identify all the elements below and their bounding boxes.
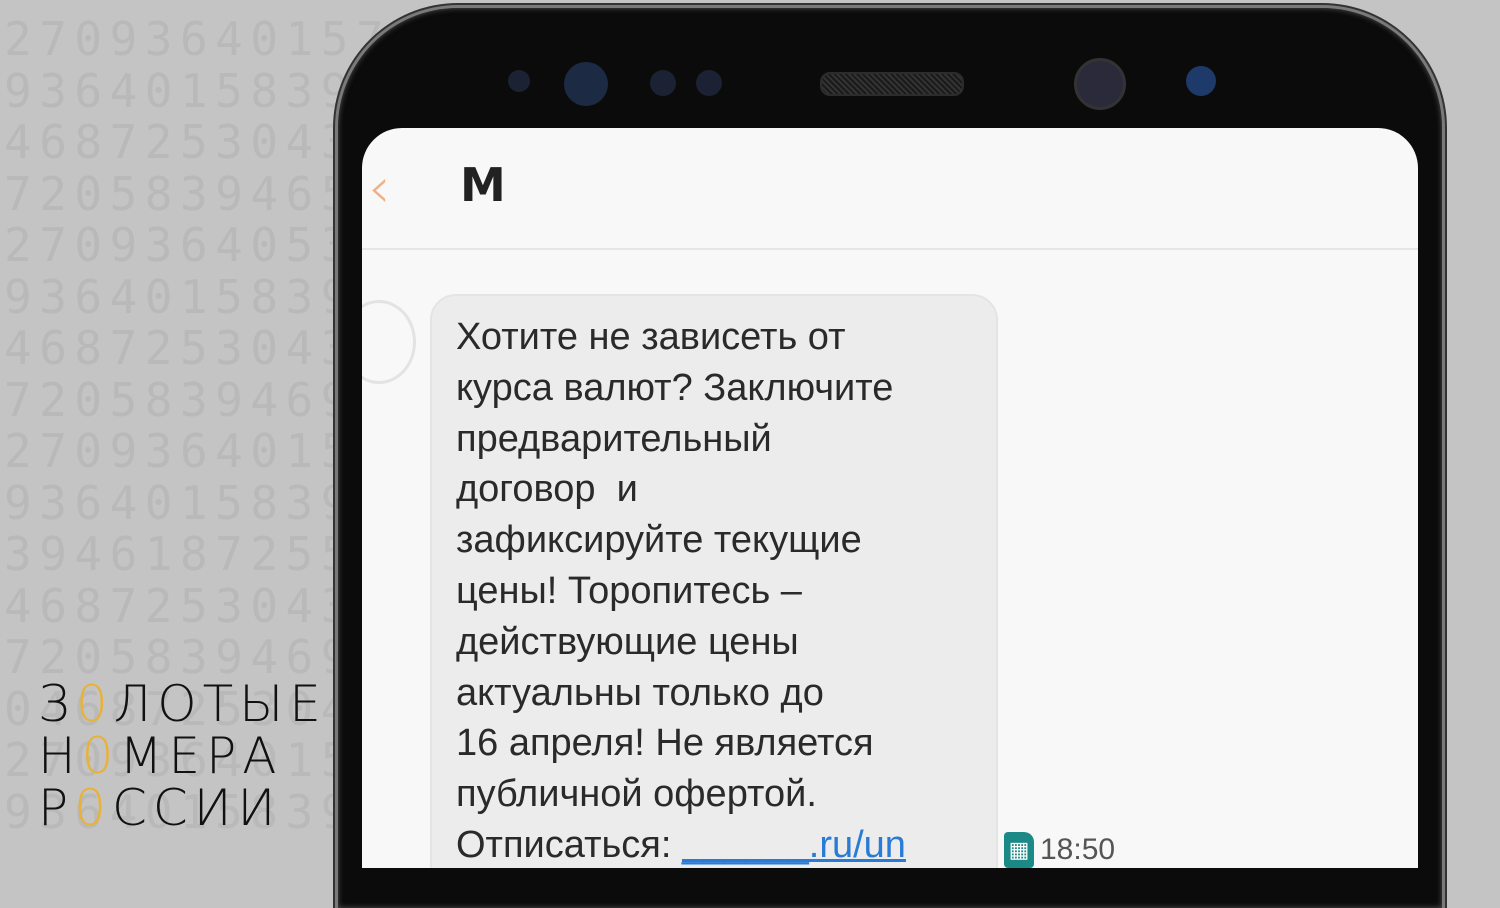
iris-scanner-icon (564, 62, 608, 106)
messages-screen: ‹ М Хотите не зависеть от курса валют? За… (362, 128, 1418, 868)
contact-avatar[interactable] (362, 300, 416, 384)
message-line: цены! Торопитесь – (456, 569, 802, 612)
message-line: актуальны только до (456, 671, 824, 714)
speaker-grille (820, 72, 964, 96)
message-line: предварительный (456, 417, 772, 460)
logo-zolotye-nomera-rossii: З0ЛОТЫЕ Н0МЕРА Р0ССИИ (38, 675, 327, 837)
message-line: действующие цены (456, 620, 799, 663)
sim-card-icon: ▦ (1004, 832, 1034, 868)
unsubscribe-link[interactable]: ______.ru/un (682, 824, 906, 866)
iris-camera-icon (1186, 66, 1216, 96)
message-line: зафиксируйте текущие (456, 519, 862, 562)
message-line: публичной офертой. (456, 773, 817, 816)
message-bubble: Хотите не зависеть от курса валют? Заключ… (430, 294, 998, 868)
conversation-header: ‹ М (362, 128, 1418, 250)
sensor-icon (696, 70, 722, 96)
message-text: Хотите не зависеть от курса валют? Заключ… (456, 312, 906, 868)
message-meta: ▦ 18:50 (1004, 832, 1115, 868)
message-line: 16 апреля! Не является (456, 722, 874, 765)
front-camera-icon (1074, 58, 1126, 110)
sensor-icon (508, 70, 530, 92)
message-line: договор и (456, 468, 638, 511)
message-line: курса валют? Заключите (456, 366, 894, 409)
message-line: Хотите не зависеть от (456, 316, 846, 358)
back-chevron-icon[interactable]: ‹ (368, 156, 390, 221)
contact-name: М (460, 158, 506, 212)
unsubscribe-label: Отписаться: (456, 823, 682, 866)
sensor-icon (650, 70, 676, 96)
